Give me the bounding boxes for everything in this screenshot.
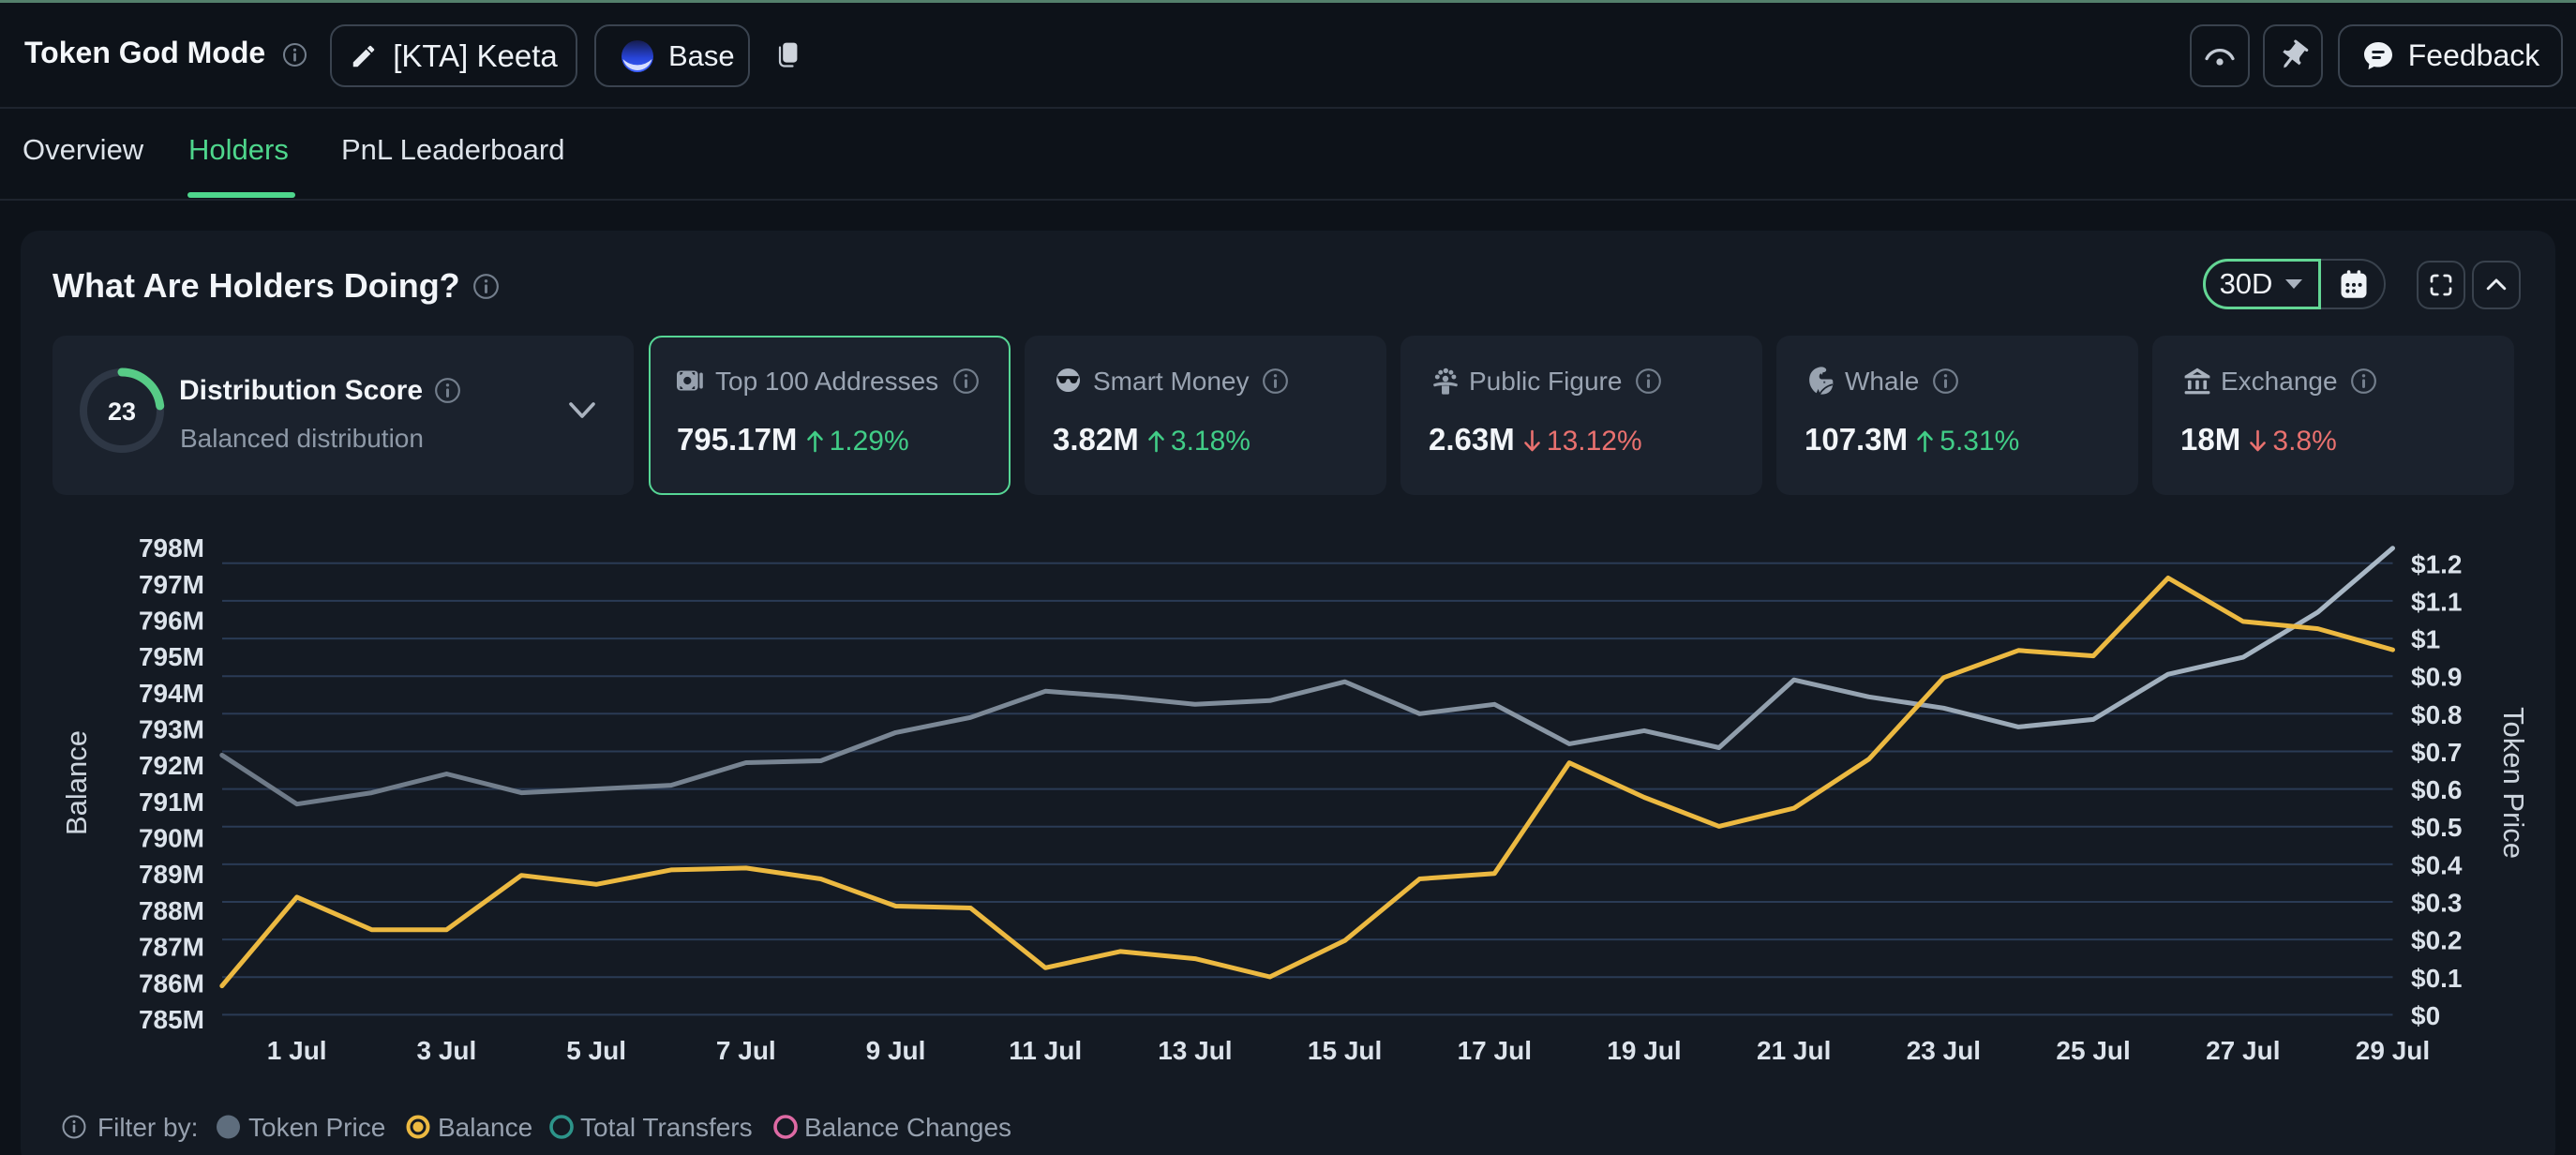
svg-text:$0.9: $0.9 (2411, 663, 2463, 692)
svg-text:797M: 797M (139, 570, 204, 599)
svg-text:5 Jul: 5 Jul (566, 1036, 626, 1065)
svg-text:786M: 786M (139, 968, 204, 998)
svg-text:$0.1: $0.1 (2411, 964, 2463, 993)
svg-text:17 Jul: 17 Jul (1458, 1036, 1532, 1065)
svg-text:$0.3: $0.3 (2411, 889, 2463, 918)
svg-text:3 Jul: 3 Jul (416, 1036, 476, 1065)
svg-text:787M: 787M (139, 933, 204, 962)
svg-text:Balance: Balance (438, 1113, 532, 1142)
svg-text:$0.6: $0.6 (2411, 775, 2463, 804)
svg-text:793M: 793M (139, 715, 204, 744)
svg-text:29 Jul: 29 Jul (2356, 1036, 2430, 1065)
svg-text:15 Jul: 15 Jul (1308, 1036, 1382, 1065)
svg-text:Token Price: Token Price (248, 1113, 385, 1142)
svg-text:Filter by:: Filter by: (97, 1113, 198, 1142)
svg-text:796M: 796M (139, 607, 204, 636)
svg-text:11 Jul: 11 Jul (1009, 1036, 1082, 1065)
svg-text:794M: 794M (139, 679, 204, 708)
svg-text:Total Transfers: Total Transfers (580, 1113, 753, 1142)
svg-text:27 Jul: 27 Jul (2206, 1036, 2280, 1065)
svg-text:$0: $0 (2411, 1001, 2440, 1030)
svg-text:21 Jul: 21 Jul (1757, 1036, 1831, 1065)
svg-text:$0.2: $0.2 (2411, 926, 2463, 955)
svg-text:$0.5: $0.5 (2411, 813, 2463, 842)
svg-text:23 Jul: 23 Jul (1907, 1036, 1981, 1065)
svg-text:790M: 790M (139, 824, 204, 853)
svg-text:9 Jul: 9 Jul (866, 1036, 926, 1065)
svg-text:Balance Changes: Balance Changes (804, 1113, 1011, 1142)
svg-text:1 Jul: 1 Jul (267, 1036, 327, 1065)
svg-text:785M: 785M (139, 1005, 204, 1034)
svg-text:795M: 795M (139, 642, 204, 671)
svg-text:791M: 791M (139, 788, 204, 817)
svg-text:$0.8: $0.8 (2411, 700, 2463, 729)
svg-text:$1.1: $1.1 (2411, 587, 2463, 616)
svg-text:798M: 798M (139, 533, 204, 562)
svg-text:$0.7: $0.7 (2411, 738, 2463, 767)
svg-text:789M: 789M (139, 860, 204, 889)
svg-text:Balance: Balance (60, 730, 93, 835)
svg-text:$1: $1 (2411, 625, 2440, 654)
svg-text:7 Jul: 7 Jul (716, 1036, 776, 1065)
svg-text:13 Jul: 13 Jul (1158, 1036, 1232, 1065)
svg-text:792M: 792M (139, 751, 204, 780)
svg-text:Token Price: Token Price (2497, 707, 2530, 859)
svg-text:$0.4: $0.4 (2411, 850, 2463, 879)
svg-text:25 Jul: 25 Jul (2056, 1036, 2130, 1065)
svg-text:$1.2: $1.2 (2411, 549, 2463, 578)
svg-text:788M: 788M (139, 896, 204, 925)
svg-text:19 Jul: 19 Jul (1607, 1036, 1681, 1065)
